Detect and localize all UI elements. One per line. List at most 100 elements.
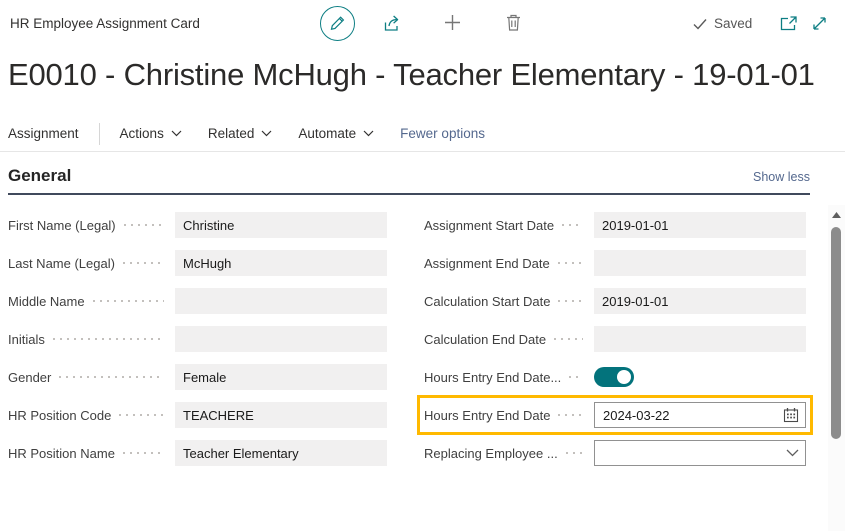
field-label: Hours Entry End Date <box>424 408 550 423</box>
checkmark-icon <box>693 18 707 30</box>
section-title: General <box>8 166 71 186</box>
scroll-up-arrow[interactable] <box>832 212 841 218</box>
replacing-employee-select[interactable] <box>594 440 806 466</box>
dotted-leader <box>558 300 583 302</box>
dotted-leader <box>53 338 164 340</box>
show-less-link[interactable]: Show less <box>753 170 810 184</box>
calculation-start-date-input[interactable]: 2019-01-01 <box>594 288 806 314</box>
tab-assignment[interactable]: Assignment <box>8 126 79 141</box>
fewer-options-button[interactable]: Fewer options <box>400 126 485 141</box>
dotted-leader <box>554 338 583 340</box>
field-row-assignment-start-date: Assignment Start Date 2019-01-01 <box>424 212 806 238</box>
field-row-hours-entry-toggle: Hours Entry End Date... <box>424 364 806 390</box>
chevron-down-icon <box>363 130 374 137</box>
field-row-last-name: Last Name (Legal) McHugh <box>8 250 387 276</box>
share-button[interactable] <box>382 14 403 33</box>
field-label: Assignment Start Date <box>424 218 554 233</box>
dotted-leader <box>124 224 164 226</box>
field-row-calculation-start-date: Calculation Start Date 2019-01-01 <box>424 288 806 314</box>
dotted-leader <box>59 376 164 378</box>
field-row-gender: Gender Female <box>8 364 387 390</box>
field-label: HR Position Code <box>8 408 111 423</box>
field-label: Initials <box>8 332 45 347</box>
gender-input[interactable]: Female <box>175 364 387 390</box>
pencil-icon <box>329 15 346 32</box>
dotted-leader <box>562 224 583 226</box>
hours-entry-end-date-toggle[interactable] <box>594 367 634 387</box>
field-label: Assignment End Date <box>424 256 550 271</box>
menu-automate[interactable]: Automate <box>298 126 374 141</box>
action-menu-bar: Assignment Actions Related Automate Fewe… <box>0 116 845 152</box>
field-label: Last Name (Legal) <box>8 256 115 271</box>
menu-related-label: Related <box>208 126 255 141</box>
field-row-replacing-employee: Replacing Employee ... <box>424 440 806 466</box>
last-name-input[interactable]: McHugh <box>175 250 387 276</box>
new-button[interactable] <box>443 13 462 32</box>
share-icon <box>382 14 403 33</box>
general-section-header: General Show less <box>8 166 810 195</box>
hr-position-code-input[interactable]: TEACHERE <box>175 402 387 428</box>
chevron-down-icon <box>171 130 182 137</box>
field-label: Replacing Employee ... <box>424 446 558 461</box>
date-value: 2024-03-22 <box>603 408 670 423</box>
top-bar: HR Employee Assignment Card Saved <box>0 0 845 50</box>
field-row-initials: Initials <box>8 326 387 352</box>
edit-button[interactable] <box>320 6 355 41</box>
first-name-input[interactable]: Christine <box>175 212 387 238</box>
initials-input[interactable] <box>175 326 387 352</box>
fewer-options-label: Fewer options <box>400 126 485 141</box>
menu-automate-label: Automate <box>298 126 356 141</box>
plus-icon <box>443 13 462 32</box>
open-in-window-icon <box>779 15 798 32</box>
field-row-first-name: First Name (Legal) Christine <box>8 212 387 238</box>
expand-diagonal-icon <box>811 15 828 32</box>
calendar-icon[interactable] <box>783 407 799 423</box>
dotted-leader <box>558 262 583 264</box>
dotted-leader <box>566 452 583 454</box>
saved-label: Saved <box>714 16 752 31</box>
assignment-end-date-input[interactable] <box>594 250 806 276</box>
save-status: Saved <box>693 16 752 31</box>
page-title: E0010 - Christine McHugh - Teacher Eleme… <box>8 52 840 98</box>
field-row-hr-position-code: HR Position Code TEACHERE <box>8 402 387 428</box>
assignment-start-date-input[interactable]: 2019-01-01 <box>594 212 806 238</box>
dotted-leader <box>123 452 164 454</box>
dotted-leader <box>558 414 583 416</box>
field-row-hr-position-name: HR Position Name Teacher Elementary <box>8 440 387 466</box>
dotted-leader <box>93 300 164 302</box>
menu-divider <box>99 123 100 145</box>
chevron-down-icon <box>261 130 272 137</box>
dotted-leader <box>569 376 583 378</box>
trash-icon <box>505 13 522 32</box>
fields-left-column: First Name (Legal) Christine Last Name (… <box>8 212 387 466</box>
scrollbar-thumb[interactable] <box>831 227 841 439</box>
menu-actions-label: Actions <box>120 126 164 141</box>
tab-assignment-label: Assignment <box>8 126 79 141</box>
menu-related[interactable]: Related <box>208 126 273 141</box>
hours-entry-end-date-input[interactable]: 2024-03-22 <box>594 402 806 428</box>
delete-button[interactable] <box>505 13 522 32</box>
menu-actions[interactable]: Actions <box>120 126 182 141</box>
vertical-scrollbar <box>828 205 845 531</box>
field-label: HR Position Name <box>8 446 115 461</box>
field-label: Calculation Start Date <box>424 294 550 309</box>
calculation-end-date-input[interactable] <box>594 326 806 352</box>
field-row-calculation-end-date: Calculation End Date <box>424 326 806 352</box>
dotted-leader <box>123 262 164 264</box>
open-in-window-button[interactable] <box>779 15 798 32</box>
field-label: Gender <box>8 370 51 385</box>
page-caption: HR Employee Assignment Card <box>10 16 200 31</box>
dotted-leader <box>119 414 164 416</box>
field-row-middle-name: Middle Name <box>8 288 387 314</box>
field-label: First Name (Legal) <box>8 218 116 233</box>
hr-position-name-input[interactable]: Teacher Elementary <box>175 440 387 466</box>
field-row-hours-entry-end-date: Hours Entry End Date 2024-03-22 <box>424 402 806 428</box>
field-row-assignment-end-date: Assignment End Date <box>424 250 806 276</box>
chevron-down-icon[interactable] <box>786 449 799 457</box>
fields-right-column: Assignment Start Date 2019-01-01 Assignm… <box>424 212 806 466</box>
middle-name-input[interactable] <box>175 288 387 314</box>
field-label: Hours Entry End Date... <box>424 370 561 385</box>
field-label: Calculation End Date <box>424 332 546 347</box>
expand-button[interactable] <box>811 15 828 32</box>
field-label: Middle Name <box>8 294 85 309</box>
